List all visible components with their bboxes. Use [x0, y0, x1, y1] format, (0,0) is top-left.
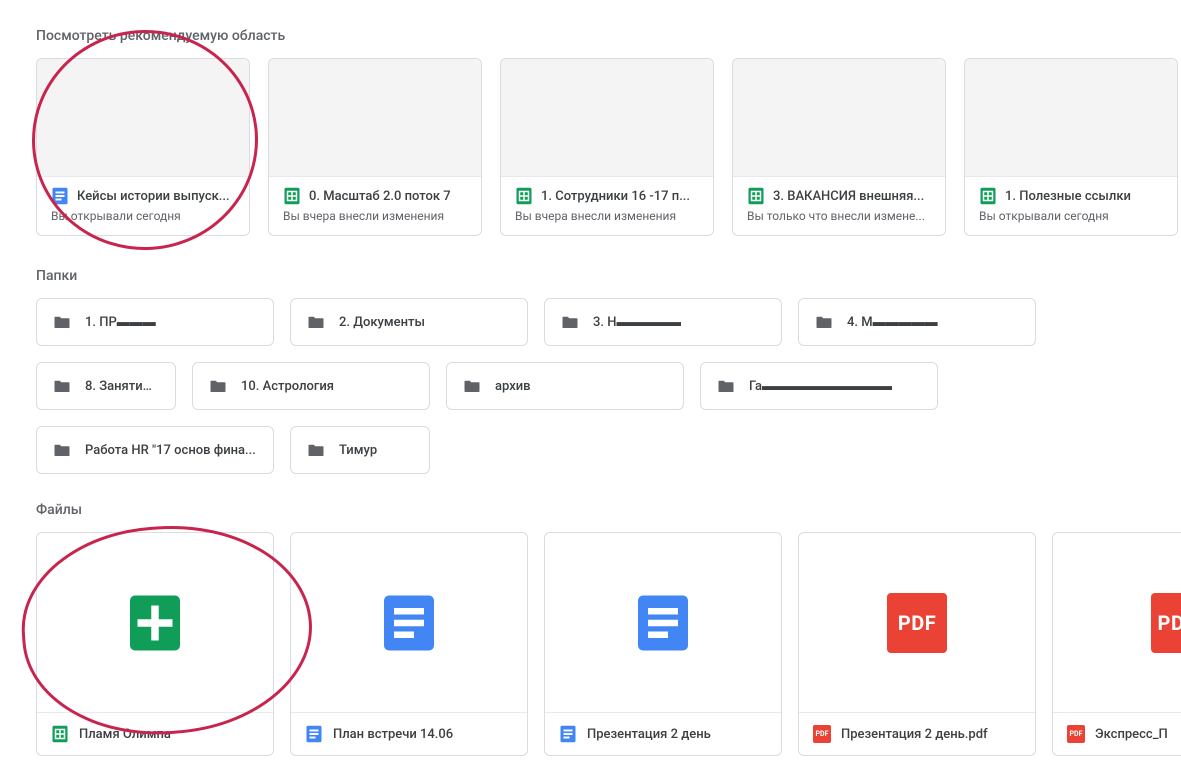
- file-thumbnail: PD: [1053, 533, 1181, 713]
- folder-icon: [209, 377, 227, 395]
- file-thumbnail: [545, 533, 781, 713]
- suggested-subtitle: Вы открывали сегодня: [51, 209, 235, 223]
- docs-icon: [51, 187, 69, 205]
- suggested-card[interactable]: 1. Сотрудники 16 -17 п... Вы вчера внесл…: [500, 58, 714, 236]
- suggested-subtitle: Вы вчера внесли изменения: [515, 209, 699, 223]
- folder-card[interactable]: 8. Занятия д: [36, 362, 176, 410]
- folder-icon: [815, 313, 833, 331]
- section-title-files: Файлы: [36, 502, 1181, 518]
- folder-icon: [53, 313, 71, 331]
- folder-card[interactable]: архив: [446, 362, 684, 410]
- file-card[interactable]: План встречи 14.06: [290, 532, 528, 756]
- folder-card[interactable]: 2. Документы: [290, 298, 528, 346]
- file-name: Экспресс_П: [1095, 727, 1168, 742]
- folder-icon: [53, 441, 71, 459]
- sheets-icon: [747, 187, 765, 205]
- folder-card[interactable]: 4. М▬▬▬▬▬: [798, 298, 1036, 346]
- folder-name: 10. Астрология: [241, 379, 334, 394]
- pdf-icon: PDF: [813, 725, 831, 743]
- suggested-title: Кейсы истории выпуск...: [77, 189, 230, 204]
- pdf-icon: PD: [1151, 593, 1181, 653]
- pdf-icon: PDF: [887, 593, 947, 653]
- section-title-suggested: Посмотреть рекомендуемую область: [36, 28, 1181, 44]
- folder-name: 4. М▬▬▬▬▬: [847, 314, 938, 330]
- folder-icon: [463, 377, 481, 395]
- folder-grid: 1. ПР▬▬▬ 2. Документы 3. Н▬▬▬▬▬ 4. М▬▬▬▬…: [36, 298, 1181, 474]
- sheets-icon: [979, 187, 997, 205]
- suggested-subtitle: Вы вчера внесли изменения: [283, 209, 467, 223]
- file-card[interactable]: Презентация 2 день: [544, 532, 782, 756]
- sheets-icon: [515, 187, 533, 205]
- docs-icon: [559, 725, 577, 743]
- docs-icon: [305, 725, 323, 743]
- sheets-icon: [51, 725, 69, 743]
- file-name: Презентация 2 день: [587, 727, 711, 742]
- folder-card[interactable]: 10. Астрология: [192, 362, 430, 410]
- folder-name: Работа HR "17 основ фина...: [85, 443, 256, 458]
- suggested-thumbnail: [269, 59, 481, 177]
- suggested-thumbnail: [965, 59, 1177, 177]
- file-thumbnail: PDF: [799, 533, 1035, 713]
- suggested-title: 1. Сотрудники 16 -17 п...: [541, 189, 690, 204]
- suggested-card[interactable]: 1. Полезные ссылки Вы открывали сегодня: [964, 58, 1178, 236]
- file-card[interactable]: PDF PDF Презентация 2 день.pdf: [798, 532, 1036, 756]
- file-grid: Пламя Олимпа План встречи 14.06 Презента…: [36, 532, 1181, 756]
- folder-name: 3. Н▬▬▬▬▬: [593, 314, 681, 330]
- suggested-row: Кейсы истории выпуск... Вы открывали сег…: [36, 58, 1181, 236]
- file-thumbnail: [37, 533, 273, 713]
- file-card[interactable]: Пламя Олимпа: [36, 532, 274, 756]
- file-thumbnail: [291, 533, 527, 713]
- folder-icon: [307, 441, 325, 459]
- suggested-card[interactable]: 3. ВАКАНСИЯ внешняя... Вы только что вне…: [732, 58, 946, 236]
- suggested-card[interactable]: Кейсы истории выпуск... Вы открывали сег…: [36, 58, 250, 236]
- sheets-icon: [283, 187, 301, 205]
- folder-icon: [307, 313, 325, 331]
- file-card[interactable]: PD PDF Экспресс_П: [1052, 532, 1181, 756]
- folder-icon: [561, 313, 579, 331]
- folder-card[interactable]: 3. Н▬▬▬▬▬: [544, 298, 782, 346]
- file-name: Пламя Олимпа: [79, 727, 171, 742]
- suggested-subtitle: Вы открывали сегодня: [979, 209, 1163, 223]
- folder-name: 8. Занятия д: [85, 379, 159, 394]
- suggested-title: 0. Масштаб 2.0 поток 7: [309, 189, 451, 204]
- folder-card[interactable]: Тимур: [290, 426, 430, 474]
- folder-icon: [53, 377, 71, 395]
- folder-card[interactable]: Га▬▬▬▬▬▬▬▬▬▬: [700, 362, 938, 410]
- folder-name: Га▬▬▬▬▬▬▬▬▬▬: [749, 378, 892, 394]
- folder-icon: [717, 377, 735, 395]
- suggested-title: 1. Полезные ссылки: [1005, 189, 1131, 204]
- folder-name: Тимур: [339, 443, 377, 458]
- file-name: Презентация 2 день.pdf: [841, 727, 988, 742]
- suggested-thumbnail: [733, 59, 945, 177]
- suggested-card[interactable]: 0. Масштаб 2.0 поток 7 Вы вчера внесли и…: [268, 58, 482, 236]
- folder-name: 1. ПР▬▬▬: [85, 314, 156, 330]
- folder-name: 2. Документы: [339, 315, 425, 330]
- pdf-icon: PDF: [1067, 725, 1085, 743]
- section-title-folders: Папки: [36, 268, 1181, 284]
- suggested-thumbnail: [501, 59, 713, 177]
- suggested-subtitle: Вы только что внесли измене...: [747, 209, 931, 223]
- folder-card[interactable]: 1. ПР▬▬▬: [36, 298, 274, 346]
- file-name: План встречи 14.06: [333, 727, 453, 742]
- sheets-icon: [125, 593, 185, 653]
- docs-icon: [633, 593, 693, 653]
- suggested-thumbnail: [37, 59, 249, 177]
- folder-card[interactable]: Работа HR "17 основ фина...: [36, 426, 274, 474]
- suggested-title: 3. ВАКАНСИЯ внешняя...: [773, 189, 924, 204]
- folder-name: архив: [495, 379, 531, 394]
- docs-icon: [379, 593, 439, 653]
